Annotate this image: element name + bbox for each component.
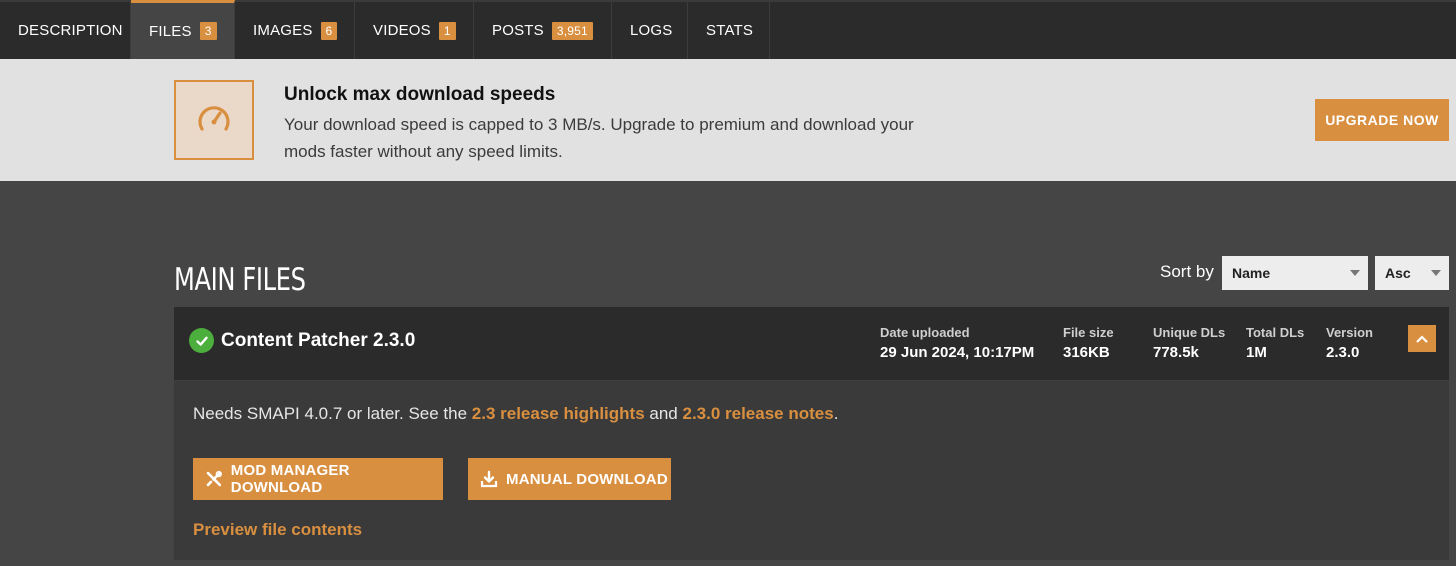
tab-posts[interactable]: POSTS 3,951 [474,2,612,59]
stat-file-size: File size 316KB [1063,325,1114,363]
stat-version: Version 2.3.0 [1326,325,1373,363]
manual-download-button[interactable]: MANUAL DOWNLOAD [468,458,671,500]
button-label: MOD MANAGER DOWNLOAD [230,462,350,496]
release-notes-link[interactable]: 2.3.0 release notes [682,404,833,423]
tab-label: POSTS [492,22,544,39]
chevron-up-icon [1416,334,1428,343]
stat-label: Unique DLs [1153,325,1226,340]
banner-description: Your download speed is capped to 3 MB/s.… [284,115,914,161]
stat-label: File size [1063,325,1114,340]
sort-field-value: Name [1232,265,1271,281]
check-circle-icon [189,328,214,353]
file-body: Needs SMAPI 4.0.7 or later. See the 2.3 … [174,381,1449,560]
stat-value: 316KB [1063,344,1110,361]
banner-title: Unlock max download speeds [284,84,556,105]
stat-label: Total DLs [1246,325,1305,340]
button-label: MANUAL DOWNLOAD [506,470,668,488]
tab-description[interactable]: DESCRIPTION [0,2,131,59]
count-badge: 1 [438,21,456,40]
stat-unique-dls: Unique DLs 778.5k [1153,325,1225,363]
tab-videos[interactable]: VIDEOS 1 [355,2,474,59]
tools-icon [206,470,222,487]
tab-bar: DESCRIPTION FILES 3 IMAGES 6 VIDEOS 1 PO… [0,0,1456,59]
requirements-text: . [833,404,839,423]
tab-logs[interactable]: LOGS [612,2,688,59]
speedometer-icon [174,80,254,160]
sort-order-select[interactable]: Asc [1375,256,1449,290]
stat-total-dls: Total DLs 1M [1246,325,1304,363]
collapse-button[interactable] [1408,325,1436,352]
stat-label: Date uploaded [880,325,970,340]
tab-label: DESCRIPTION [18,22,123,39]
count-badge: 6 [320,21,338,40]
tab-label: LOGS [630,22,673,39]
requirements-text: Needs SMAPI 4.0.7 or later. See the [193,404,472,423]
count-badge: 3 [199,22,217,40]
tab-stats[interactable]: STATS [688,2,770,59]
file-requirements: Needs SMAPI 4.0.7 or later. See the 2.3 … [193,404,838,424]
tab-label: VIDEOS [373,22,431,39]
chevron-down-icon [1431,270,1441,276]
file-name: Content Patcher 2.3.0 [221,330,416,351]
sort-field-select[interactable]: Name [1222,256,1368,290]
tab-label: IMAGES [253,22,313,39]
upgrade-now-button[interactable]: UPGRADE NOW [1315,99,1449,141]
stat-date-uploaded: Date uploaded 29 Jun 2024, 10:17PM [880,325,1034,363]
chevron-down-icon [1350,270,1360,276]
release-highlights-link[interactable]: 2.3 release highlights [472,404,645,423]
stat-value: 29 Jun 2024, 10:17PM [880,344,1035,361]
premium-banner: Unlock max download speeds Your download… [0,59,1456,181]
preview-file-contents-link[interactable]: Preview file contents [193,520,362,540]
section-title: MAIN FILES [174,262,306,298]
tab-label: FILES [149,22,192,40]
stat-label: Version [1326,325,1373,340]
tab-files[interactable]: FILES 3 [131,0,235,59]
tab-label: STATS [706,22,754,39]
stat-value: 778.5k [1153,344,1199,361]
file-header[interactable]: Content Patcher 2.3.0 Date uploaded 29 J… [174,307,1449,381]
count-badge: 3,951 [551,21,593,40]
mod-manager-download-button[interactable]: MOD MANAGER DOWNLOAD [193,458,443,500]
tabs: DESCRIPTION FILES 3 IMAGES 6 VIDEOS 1 PO… [0,0,1456,59]
stat-value: 2.3.0 [1326,344,1360,361]
sort-label: Sort by [1160,262,1214,281]
download-icon [480,470,498,488]
sort-order-value: Asc [1385,265,1411,281]
requirements-text: and [644,404,683,423]
stat-value: 1M [1246,344,1267,361]
tab-images[interactable]: IMAGES 6 [235,2,355,59]
